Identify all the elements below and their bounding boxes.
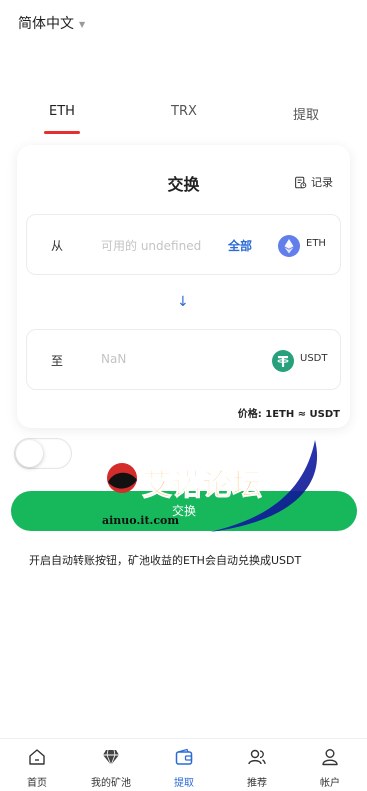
language-selector[interactable]: 简体中文 ▼ bbox=[18, 13, 85, 33]
diamond-icon bbox=[103, 749, 119, 767]
nav-label-withdraw: 提取 bbox=[174, 778, 194, 789]
nav-item-home[interactable]: 首页 bbox=[7, 747, 67, 790]
swap-card: 交换 记录 从 可用的 undefined 全部 ETH ↓ 至 NaN USD… bbox=[17, 145, 350, 428]
wallet-icon bbox=[175, 748, 193, 765]
record-link[interactable]: 记录 bbox=[294, 174, 333, 190]
from-row: 从 可用的 undefined 全部 ETH bbox=[26, 214, 341, 275]
tab-eth[interactable]: ETH bbox=[44, 104, 80, 119]
nav-item-recommend[interactable]: 推荐 bbox=[227, 747, 287, 790]
exchange-button[interactable]: 交换 bbox=[11, 491, 357, 531]
usdt-coin-icon bbox=[272, 350, 294, 372]
price-text: 价格: 1ETH ≈ USDT bbox=[237, 409, 340, 420]
to-label: 至 bbox=[51, 354, 64, 368]
auto-transfer-note: 开启自动转账按钮，矿池收益的ETH会自动兑换成USDT bbox=[29, 554, 302, 567]
record-label: 记录 bbox=[311, 176, 333, 189]
tab-trx[interactable]: TRX bbox=[166, 104, 202, 119]
from-amount-input[interactable]: 可用的 undefined bbox=[101, 237, 201, 254]
record-icon bbox=[295, 176, 307, 188]
toggle-knob bbox=[16, 440, 43, 467]
all-button[interactable]: 全部 bbox=[228, 237, 252, 254]
bottom-nav: 首页 我的矿池 提取 推荐 帐户 bbox=[0, 738, 367, 791]
nav-label-my-pool: 我的矿池 bbox=[91, 778, 131, 789]
nav-item-withdraw[interactable]: 提取 bbox=[154, 747, 214, 790]
eth-coin-icon bbox=[278, 235, 300, 257]
nav-item-account[interactable]: 帐户 bbox=[300, 747, 360, 790]
nav-item-my-pool[interactable]: 我的矿池 bbox=[81, 747, 141, 790]
language-label: 简体中文 bbox=[18, 16, 74, 32]
chevron-down-icon: ▼ bbox=[79, 19, 86, 29]
nav-label-recommend: 推荐 bbox=[247, 778, 267, 789]
to-amount-value: NaN bbox=[101, 352, 127, 366]
to-coin-name: USDT bbox=[300, 353, 328, 364]
active-tab-indicator bbox=[44, 131, 80, 134]
auto-transfer-toggle[interactable] bbox=[14, 438, 72, 469]
user-icon bbox=[322, 749, 338, 766]
arrow-down-icon[interactable]: ↓ bbox=[177, 294, 189, 310]
tab-bar: ETH TRX 提取 bbox=[0, 104, 367, 134]
tab-withdraw[interactable]: 提取 bbox=[286, 104, 326, 123]
nav-label-account: 帐户 bbox=[320, 778, 340, 789]
users-icon bbox=[248, 749, 266, 765]
nav-label-home: 首页 bbox=[27, 778, 47, 789]
from-label: 从 bbox=[51, 239, 64, 253]
from-coin-name: ETH bbox=[306, 238, 326, 249]
to-row: 至 NaN USDT bbox=[26, 329, 341, 390]
home-icon bbox=[29, 749, 45, 765]
